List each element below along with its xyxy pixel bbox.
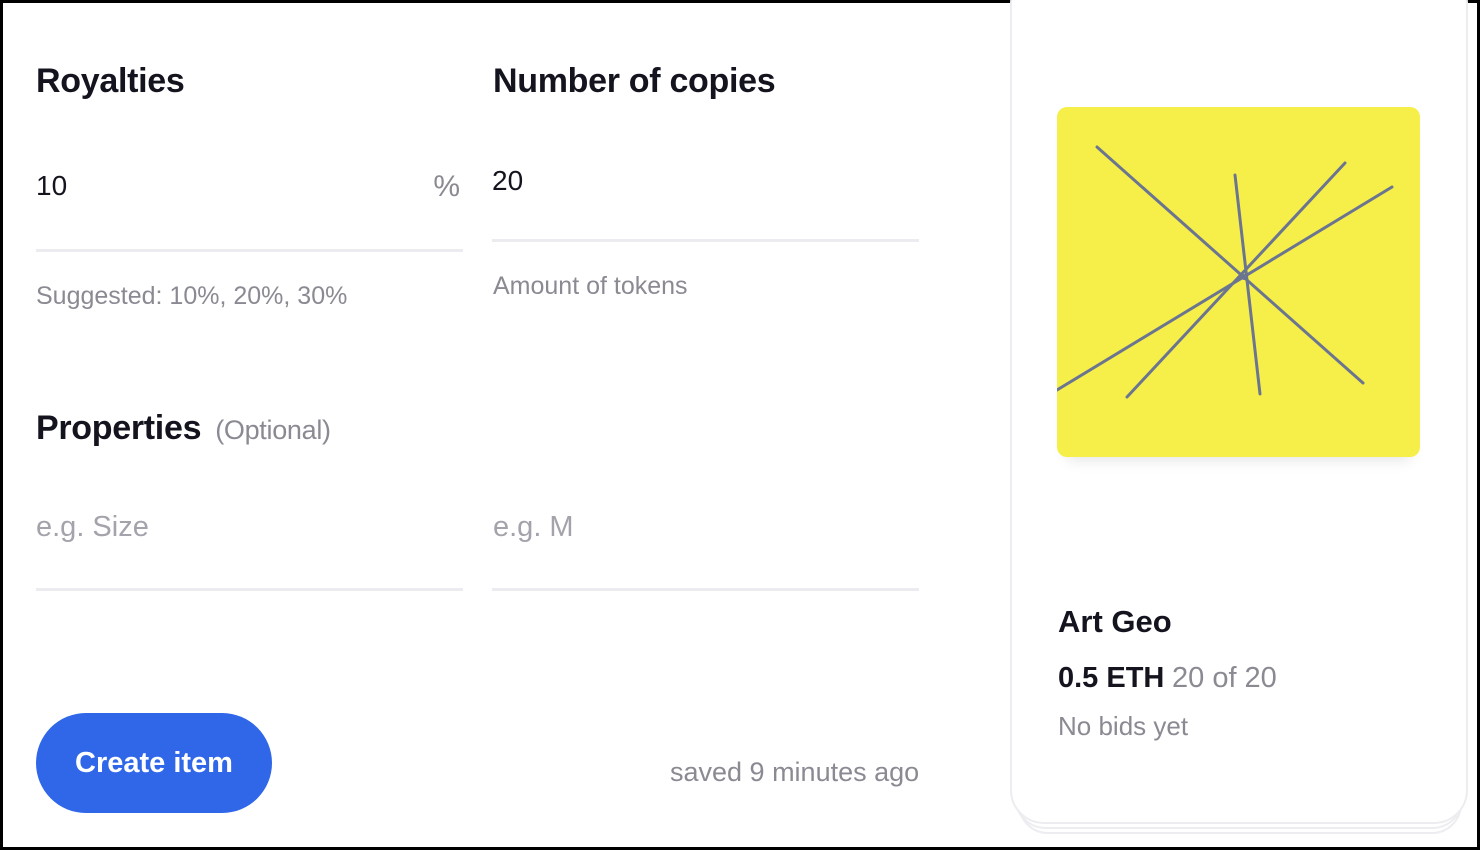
property-value-underline (492, 588, 919, 591)
properties-title: Properties (36, 409, 202, 447)
property-value-placeholder: e.g. M (493, 511, 574, 543)
property-key-placeholder: e.g. Size (36, 511, 149, 543)
copies-value: 20 (492, 165, 524, 196)
copies-label: Number of copies (493, 62, 776, 100)
copies-input[interactable]: 20 (492, 165, 918, 205)
royalties-label: Royalties (36, 62, 185, 100)
saved-status: saved 9 minutes ago (670, 757, 920, 787)
preview-price: 0.5 ETH (1058, 662, 1165, 694)
royalties-hint: Suggested: 10%, 20%, 30% (36, 282, 348, 310)
art-line-1 (1095, 145, 1365, 385)
art-line-3 (1233, 173, 1262, 396)
royalties-value: 10 (36, 170, 68, 201)
artwork-preview (1057, 107, 1420, 457)
royalties-input[interactable]: 10 % (36, 170, 462, 210)
property-value-input[interactable]: e.g. M (493, 511, 919, 555)
properties-label: Properties (Optional) (36, 409, 331, 448)
art-center-dot (1241, 274, 1247, 280)
geometric-art (1057, 145, 1394, 399)
preview-title: Art Geo (1058, 604, 1172, 639)
optional-tag: (Optional) (215, 415, 331, 445)
royalties-underline (36, 249, 463, 252)
copies-underline (492, 239, 919, 242)
create-item-button[interactable]: Create item (36, 713, 272, 813)
percent-unit: % (433, 170, 460, 203)
property-key-underline (36, 588, 463, 591)
art-line-4 (1057, 185, 1394, 392)
preview-bids: No bids yet (1058, 711, 1189, 741)
copies-hint: Amount of tokens (493, 272, 688, 300)
preview-copies: 20 of 20 (1172, 662, 1277, 694)
property-key-input[interactable]: e.g. Size (36, 511, 462, 555)
